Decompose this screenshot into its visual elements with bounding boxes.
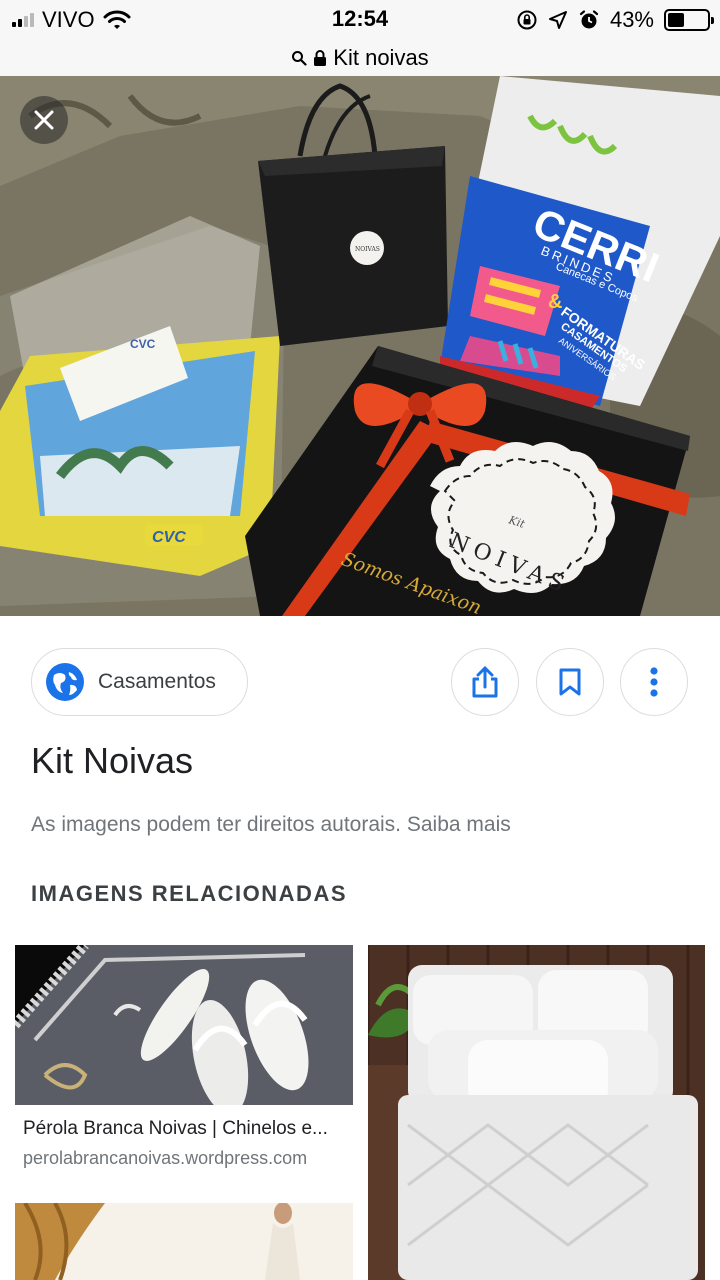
share-icon xyxy=(472,666,498,698)
close-button[interactable] xyxy=(20,96,68,144)
related-item-domain: perolabrancanoivas.wordpress.com xyxy=(23,1148,308,1168)
rotation-lock-icon xyxy=(517,10,537,30)
related-images-heading: IMAGENS RELACIONADAS xyxy=(31,881,348,906)
bookmark-icon xyxy=(559,668,581,696)
bag-logo-text: NOIVAS xyxy=(355,246,380,253)
hero-photo: CVC CVC NOIVAS CERRI BRINDES Canecas e C… xyxy=(0,76,720,616)
related-image-1-photo xyxy=(15,945,353,1105)
related-image-3-photo xyxy=(15,1203,353,1280)
battery-icon xyxy=(664,9,714,31)
related-image-2-photo xyxy=(368,945,705,1280)
copyright-note[interactable]: As imagens podem ter direitos autorais. … xyxy=(31,813,511,837)
share-button[interactable] xyxy=(451,648,519,716)
save-button[interactable] xyxy=(536,648,604,716)
globe-icon xyxy=(46,663,84,701)
battery-percent: 43% xyxy=(609,7,654,32)
brochure-amp: & xyxy=(548,291,562,313)
more-vert-icon xyxy=(650,667,658,697)
status-bar: VIVO 12:54 43% xyxy=(0,0,720,40)
location-icon xyxy=(548,11,567,29)
image-title: Kit Noivas xyxy=(31,740,194,781)
search-icon xyxy=(292,51,307,66)
url-bar[interactable]: Kit noivas xyxy=(0,40,720,76)
related-image-3[interactable] xyxy=(15,1203,353,1280)
close-icon xyxy=(34,110,54,130)
url-title: Kit noivas xyxy=(333,45,429,70)
related-image-1[interactable] xyxy=(15,945,353,1105)
related-item-title[interactable]: Pérola Branca Noivas | Chinelos e... xyxy=(23,1118,353,1140)
hero-image[interactable]: CVC CVC NOIVAS CERRI BRINDES Canecas e C… xyxy=(0,76,720,616)
more-options-button[interactable] xyxy=(620,648,688,716)
related-image-2[interactable] xyxy=(368,945,705,1280)
status-right: 43% xyxy=(516,7,714,33)
source-chip-label: Casamentos xyxy=(98,670,216,693)
alarm-icon xyxy=(579,10,599,29)
source-chip[interactable]: Casamentos xyxy=(31,648,248,716)
lock-icon xyxy=(314,50,327,66)
